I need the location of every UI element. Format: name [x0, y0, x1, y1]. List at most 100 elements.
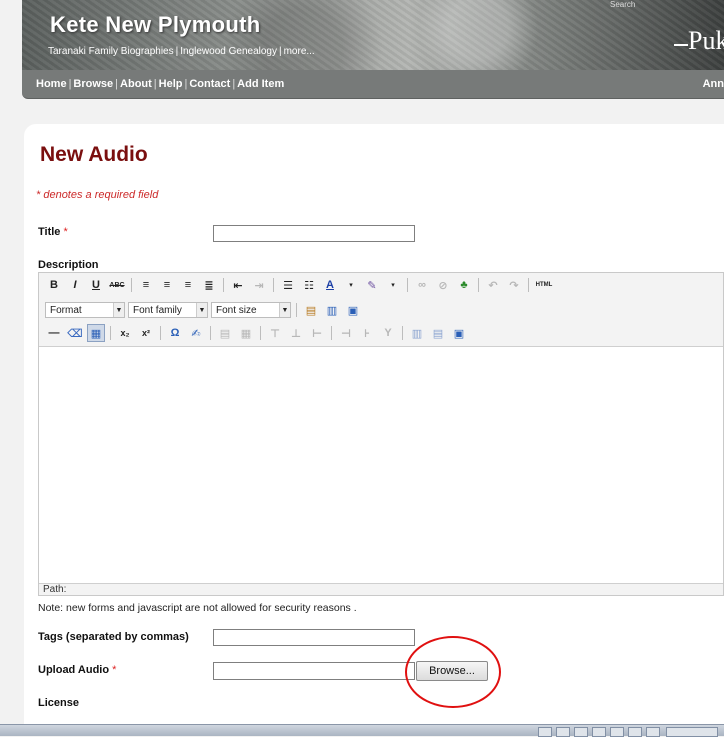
toolbar-separator — [296, 303, 297, 317]
upload-audio-file-field[interactable] — [213, 662, 415, 680]
cell-props-icon[interactable]: ▣ — [450, 324, 468, 342]
title-input[interactable] — [213, 225, 415, 242]
nav-browse[interactable]: Browse — [73, 78, 113, 90]
rich-text-editor: B I U ABC ≡ ≡ ≡ ≣ ⇤ ⇥ ☰ ☷ A ▾ ✎ ▾ ∞ ⊘ ♣ … — [38, 272, 724, 596]
main-nav: Home | Browse | About | Help | Contact | Add Item … — [22, 70, 724, 99]
nav-contact[interactable]: Contact — [189, 78, 230, 90]
outdent-icon[interactable]: ⇤ — [229, 276, 247, 294]
text-color-dropdown-icon[interactable]: ▾ — [342, 276, 360, 294]
site-banner: Kete New Plymouth Taranaki Family Biogra… — [22, 0, 724, 70]
basket-links: Taranaki Family Biographies | Inglewood Ge… — [48, 46, 315, 57]
align-right-icon[interactable]: ≡ — [179, 276, 197, 294]
bullet-list-icon[interactable]: ☰ — [279, 276, 297, 294]
highlight-color-icon[interactable]: ✎ — [363, 276, 381, 294]
underline-button[interactable]: U — [87, 276, 105, 294]
status-segment — [628, 727, 642, 737]
delete-row-icon[interactable]: ⊢ — [308, 324, 326, 342]
nav-home[interactable]: Home — [36, 78, 67, 90]
font-family-select[interactable]: Font family ▼ — [128, 302, 208, 318]
insert-row-before-icon[interactable]: ⊤ — [266, 324, 284, 342]
table-props-icon[interactable]: ▦ — [237, 324, 255, 342]
toolbar-separator — [407, 278, 408, 292]
insert-col-after-icon[interactable]: ⊦ — [358, 324, 376, 342]
tags-input[interactable] — [213, 629, 415, 646]
logo-text: Puk — [688, 26, 724, 55]
status-zone — [666, 727, 718, 737]
italic-button[interactable]: I — [66, 276, 84, 294]
toolbar-separator — [331, 326, 332, 340]
redo-icon[interactable]: ↷ — [505, 276, 523, 294]
delete-col-icon[interactable]: Y — [379, 324, 397, 342]
highlight-dropdown-icon[interactable]: ▾ — [384, 276, 402, 294]
strikethrough-button[interactable]: ABC — [108, 276, 126, 294]
chevron-down-icon: ▼ — [196, 303, 207, 317]
align-justify-icon[interactable]: ≣ — [200, 276, 218, 294]
font-size-select-label: Font size — [216, 304, 257, 316]
font-size-select[interactable]: Font size ▼ — [211, 302, 291, 318]
nav-user-link[interactable]: Ann — [703, 78, 724, 90]
page-title: New Audio — [40, 143, 148, 166]
editor-toolbar: B I U ABC ≡ ≡ ≡ ≣ ⇤ ⇥ ☰ ☷ A ▾ ✎ ▾ ∞ ⊘ ♣ … — [39, 273, 723, 347]
indent-icon[interactable]: ⇥ — [250, 276, 268, 294]
upload-audio-label-text: Upload Audio — [38, 664, 110, 676]
toolbar-separator — [131, 278, 132, 292]
required-field-note: * denotes a required field — [36, 189, 159, 201]
font-family-select-label: Font family — [133, 304, 182, 316]
nav-about[interactable]: About — [120, 78, 152, 90]
image-icon[interactable]: ♣ — [455, 276, 473, 294]
site-title[interactable]: Kete New Plymouth — [50, 12, 260, 38]
merge-cells-icon[interactable]: ▤ — [429, 324, 447, 342]
toolbar-row-3: — ⌫ ▦ x₂ x² Ω ✍ ▤ ▦ ⊤ ⊥ ⊢ ⊣ ⊦ Y ▥ ▤ ▣ — [45, 323, 468, 343]
toolbar-separator — [223, 278, 224, 292]
search-label[interactable]: Search — [610, 0, 635, 9]
nav-add-item[interactable]: Add Item — [237, 78, 284, 90]
license-label: License — [38, 697, 79, 709]
text-color-icon[interactable]: A — [321, 276, 339, 294]
insert-row-after-icon[interactable]: ⊥ — [287, 324, 305, 342]
status-segment — [556, 727, 570, 737]
subscript-icon[interactable]: x₂ — [116, 324, 134, 342]
superscript-icon[interactable]: x² — [137, 324, 155, 342]
chevron-down-icon: ▼ — [279, 303, 290, 317]
paste-text-icon[interactable]: ▤ — [302, 301, 320, 319]
insert-media-icon[interactable]: ✍ — [187, 324, 205, 342]
toolbar-separator — [478, 278, 479, 292]
toolbar-separator — [160, 326, 161, 340]
basket-link-taranaki[interactable]: Taranaki Family Biographies — [48, 46, 174, 57]
title-label: Title * — [38, 226, 68, 238]
nav-links: Home | Browse | About | Help | Contact | Add Item — [36, 78, 285, 90]
table-icon[interactable]: ▤ — [216, 324, 234, 342]
link-icon[interactable]: ∞ — [413, 276, 431, 294]
required-star: * — [112, 664, 117, 676]
status-segment — [610, 727, 624, 737]
browse-button[interactable]: Browse... — [416, 661, 488, 681]
special-char-icon[interactable]: Ω — [166, 324, 184, 342]
unlink-icon[interactable]: ⊘ — [434, 276, 452, 294]
html-source-button[interactable]: HTML — [534, 276, 554, 294]
status-segment — [574, 727, 588, 737]
align-left-icon[interactable]: ≡ — [137, 276, 155, 294]
split-cells-icon[interactable]: ▥ — [408, 324, 426, 342]
toolbar-row-1: B I U ABC ≡ ≡ ≡ ≣ ⇤ ⇥ ☰ ☷ A ▾ ✎ ▾ ∞ ⊘ ♣ … — [45, 275, 554, 295]
paste-word-icon[interactable]: ▥ — [323, 301, 341, 319]
format-select[interactable]: Format ▼ — [45, 302, 125, 318]
nav-help[interactable]: Help — [159, 78, 183, 90]
horizontal-rule-icon[interactable]: — — [45, 324, 63, 342]
upload-audio-label: Upload Audio * — [38, 664, 116, 676]
toolbar-separator — [402, 326, 403, 340]
select-all-icon[interactable]: ▣ — [344, 301, 362, 319]
toolbar-separator — [273, 278, 274, 292]
remove-format-icon[interactable]: ⌫ — [66, 324, 84, 342]
insert-col-before-icon[interactable]: ⊣ — [337, 324, 355, 342]
required-star: * — [63, 226, 68, 238]
numbered-list-icon[interactable]: ☷ — [300, 276, 318, 294]
bold-button[interactable]: B — [45, 276, 63, 294]
security-note: Note: new forms and javascript are not a… — [38, 602, 357, 614]
align-center-icon[interactable]: ≡ — [158, 276, 176, 294]
basket-link-more[interactable]: more... — [284, 46, 315, 57]
toolbar-separator — [210, 326, 211, 340]
visual-aid-icon[interactable]: ▦ — [87, 324, 105, 342]
editor-content-area[interactable] — [39, 347, 723, 583]
basket-link-inglewood[interactable]: Inglewood Genealogy — [180, 46, 277, 57]
undo-icon[interactable]: ↶ — [484, 276, 502, 294]
